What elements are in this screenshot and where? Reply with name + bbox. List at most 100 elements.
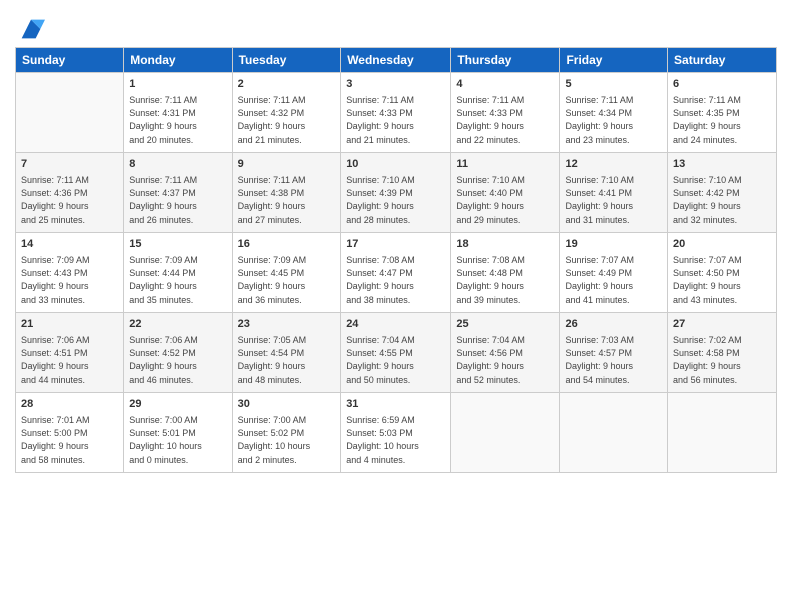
col-header-monday: Monday — [124, 48, 232, 73]
day-cell: 1 Sunrise: 7:11 AM Sunset: 4:31 PM Daylig… — [124, 73, 232, 153]
day-info: Sunrise: 7:08 AM Sunset: 4:47 PM Dayligh… — [346, 254, 445, 306]
day-info: Sunrise: 7:05 AM Sunset: 4:54 PM Dayligh… — [238, 334, 336, 386]
day-number: 28 — [21, 397, 118, 412]
day-info: Sunrise: 7:06 AM Sunset: 4:51 PM Dayligh… — [21, 334, 118, 386]
day-info: Sunrise: 7:02 AM Sunset: 4:58 PM Dayligh… — [673, 334, 771, 386]
header — [15, 10, 777, 39]
day-number: 4 — [456, 77, 554, 92]
day-number: 20 — [673, 237, 771, 252]
day-cell: 17 Sunrise: 7:08 AM Sunset: 4:47 PM Dayli… — [341, 233, 451, 313]
col-header-thursday: Thursday — [451, 48, 560, 73]
day-cell: 5 Sunrise: 7:11 AM Sunset: 4:34 PM Daylig… — [560, 73, 668, 153]
day-info: Sunrise: 7:07 AM Sunset: 4:50 PM Dayligh… — [673, 254, 771, 306]
day-number: 2 — [238, 77, 336, 92]
week-row-4: 21 Sunrise: 7:06 AM Sunset: 4:51 PM Dayli… — [16, 313, 777, 393]
day-number: 9 — [238, 157, 336, 172]
day-cell: 15 Sunrise: 7:09 AM Sunset: 4:44 PM Dayli… — [124, 233, 232, 313]
day-number: 19 — [565, 237, 662, 252]
day-info: Sunrise: 7:07 AM Sunset: 4:49 PM Dayligh… — [565, 254, 662, 306]
day-number: 22 — [129, 317, 226, 332]
day-number: 25 — [456, 317, 554, 332]
day-number: 14 — [21, 237, 118, 252]
day-cell: 22Sunrise: 7:06 AM Sunset: 4:52 PM Dayli… — [124, 313, 232, 393]
week-row-3: 14 Sunrise: 7:09 AM Sunset: 4:43 PM Dayli… — [16, 233, 777, 313]
day-number: 30 — [238, 397, 336, 412]
day-cell: 14 Sunrise: 7:09 AM Sunset: 4:43 PM Dayli… — [16, 233, 124, 313]
day-info: Sunrise: 7:10 AM Sunset: 4:42 PM Dayligh… — [673, 174, 771, 226]
day-number: 23 — [238, 317, 336, 332]
day-number: 27 — [673, 317, 771, 332]
day-cell — [560, 393, 668, 473]
day-number: 13 — [673, 157, 771, 172]
day-cell: 31Sunrise: 6:59 AM Sunset: 5:03 PM Dayli… — [341, 393, 451, 473]
day-cell: 7 Sunrise: 7:11 AM Sunset: 4:36 PM Daylig… — [16, 153, 124, 233]
col-header-tuesday: Tuesday — [232, 48, 341, 73]
day-cell: 26 Sunrise: 7:03 AM Sunset: 4:57 PM Dayli… — [560, 313, 668, 393]
day-info: Sunrise: 7:09 AM Sunset: 4:45 PM Dayligh… — [238, 254, 336, 306]
week-row-1: 1 Sunrise: 7:11 AM Sunset: 4:31 PM Daylig… — [16, 73, 777, 153]
day-number: 16 — [238, 237, 336, 252]
day-info: Sunrise: 7:11 AM Sunset: 4:34 PM Dayligh… — [565, 94, 662, 146]
day-cell — [451, 393, 560, 473]
day-cell — [668, 393, 777, 473]
day-number: 15 — [129, 237, 226, 252]
day-info: Sunrise: 7:01 AM Sunset: 5:00 PM Dayligh… — [21, 414, 118, 466]
day-info: Sunrise: 7:03 AM Sunset: 4:57 PM Dayligh… — [565, 334, 662, 386]
day-info: Sunrise: 7:11 AM Sunset: 4:37 PM Dayligh… — [129, 174, 226, 226]
day-number: 18 — [456, 237, 554, 252]
day-cell: 23 Sunrise: 7:05 AM Sunset: 4:54 PM Dayli… — [232, 313, 341, 393]
day-info: Sunrise: 7:11 AM Sunset: 4:33 PM Dayligh… — [346, 94, 445, 146]
day-cell: 25 Sunrise: 7:04 AM Sunset: 4:56 PM Dayli… — [451, 313, 560, 393]
col-header-sunday: Sunday — [16, 48, 124, 73]
day-number: 8 — [129, 157, 226, 172]
day-cell: 16 Sunrise: 7:09 AM Sunset: 4:45 PM Dayli… — [232, 233, 341, 313]
day-info: Sunrise: 7:11 AM Sunset: 4:35 PM Dayligh… — [673, 94, 771, 146]
day-cell: 6 Sunrise: 7:11 AM Sunset: 4:35 PM Daylig… — [668, 73, 777, 153]
day-info: Sunrise: 7:09 AM Sunset: 4:44 PM Dayligh… — [129, 254, 226, 306]
day-cell: 13 Sunrise: 7:10 AM Sunset: 4:42 PM Dayli… — [668, 153, 777, 233]
day-cell: 11Sunrise: 7:10 AM Sunset: 4:40 PM Dayli… — [451, 153, 560, 233]
day-number: 5 — [565, 77, 662, 92]
calendar-table: SundayMondayTuesdayWednesdayThursdayFrid… — [15, 47, 777, 473]
day-number: 10 — [346, 157, 445, 172]
day-number: 29 — [129, 397, 226, 412]
day-info: Sunrise: 7:08 AM Sunset: 4:48 PM Dayligh… — [456, 254, 554, 306]
day-number: 31 — [346, 397, 445, 412]
day-cell: 2Sunrise: 7:11 AM Sunset: 4:32 PM Daylig… — [232, 73, 341, 153]
day-cell: 21 Sunrise: 7:06 AM Sunset: 4:51 PM Dayli… — [16, 313, 124, 393]
day-info: Sunrise: 7:11 AM Sunset: 4:38 PM Dayligh… — [238, 174, 336, 226]
header-row: SundayMondayTuesdayWednesdayThursdayFrid… — [16, 48, 777, 73]
day-cell: 30 Sunrise: 7:00 AM Sunset: 5:02 PM Dayli… — [232, 393, 341, 473]
day-cell: 18 Sunrise: 7:08 AM Sunset: 4:48 PM Dayli… — [451, 233, 560, 313]
day-cell: 8 Sunrise: 7:11 AM Sunset: 4:37 PM Daylig… — [124, 153, 232, 233]
col-header-friday: Friday — [560, 48, 668, 73]
week-row-2: 7 Sunrise: 7:11 AM Sunset: 4:36 PM Daylig… — [16, 153, 777, 233]
day-info: Sunrise: 7:00 AM Sunset: 5:01 PM Dayligh… — [129, 414, 226, 466]
calendar-page: SundayMondayTuesdayWednesdayThursdayFrid… — [0, 0, 792, 612]
day-number: 3 — [346, 77, 445, 92]
day-cell: 12 Sunrise: 7:10 AM Sunset: 4:41 PM Dayli… — [560, 153, 668, 233]
day-number: 26 — [565, 317, 662, 332]
day-number: 1 — [129, 77, 226, 92]
day-cell — [16, 73, 124, 153]
day-info: Sunrise: 7:10 AM Sunset: 4:41 PM Dayligh… — [565, 174, 662, 226]
day-info: Sunrise: 7:00 AM Sunset: 5:02 PM Dayligh… — [238, 414, 336, 466]
day-info: Sunrise: 7:11 AM Sunset: 4:31 PM Dayligh… — [129, 94, 226, 146]
day-info: Sunrise: 7:09 AM Sunset: 4:43 PM Dayligh… — [21, 254, 118, 306]
day-cell: 3 Sunrise: 7:11 AM Sunset: 4:33 PM Daylig… — [341, 73, 451, 153]
day-number: 11 — [456, 157, 554, 172]
day-cell: 20 Sunrise: 7:07 AM Sunset: 4:50 PM Dayli… — [668, 233, 777, 313]
day-number: 12 — [565, 157, 662, 172]
day-number: 7 — [21, 157, 118, 172]
day-info: Sunrise: 7:04 AM Sunset: 4:55 PM Dayligh… — [346, 334, 445, 386]
day-number: 21 — [21, 317, 118, 332]
day-info: Sunrise: 7:04 AM Sunset: 4:56 PM Dayligh… — [456, 334, 554, 386]
logo — [15, 15, 45, 39]
logo-icon — [17, 15, 45, 43]
col-header-wednesday: Wednesday — [341, 48, 451, 73]
day-number: 6 — [673, 77, 771, 92]
day-number: 24 — [346, 317, 445, 332]
day-number: 17 — [346, 237, 445, 252]
day-info: Sunrise: 7:11 AM Sunset: 4:36 PM Dayligh… — [21, 174, 118, 226]
day-cell: 27 Sunrise: 7:02 AM Sunset: 4:58 PM Dayli… — [668, 313, 777, 393]
